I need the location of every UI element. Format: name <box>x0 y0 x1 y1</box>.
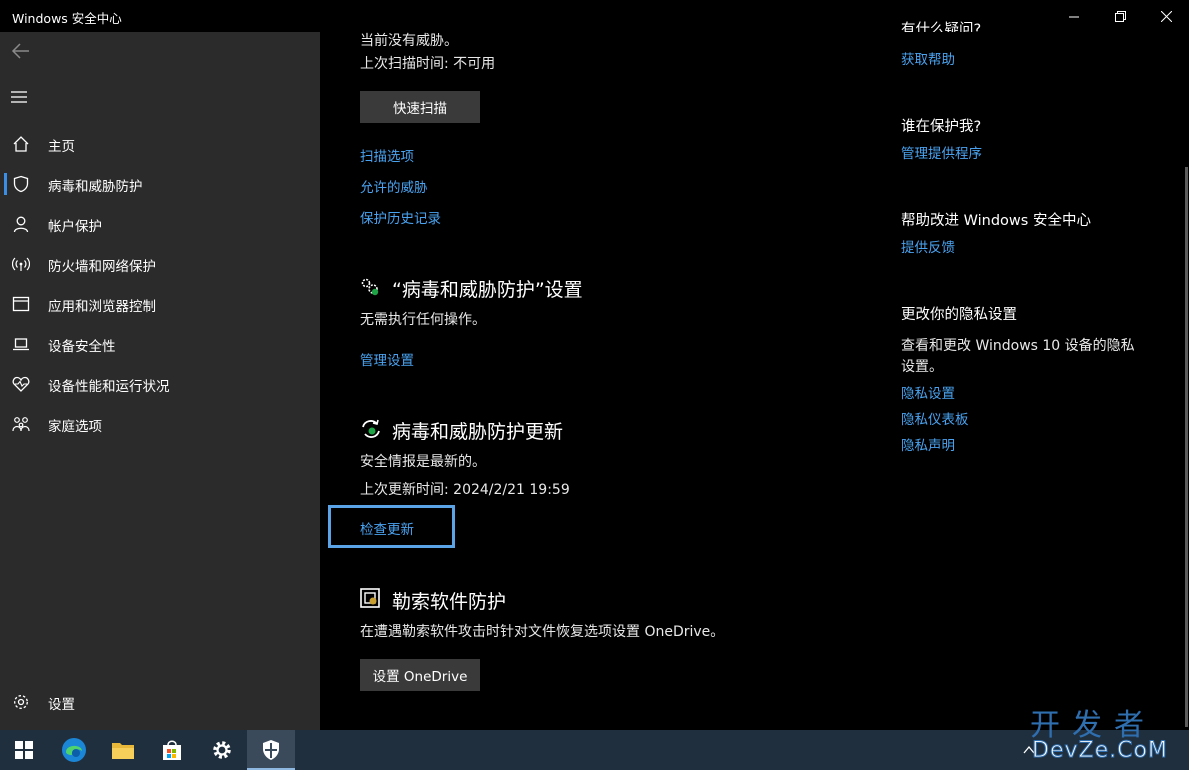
allowed-threats-link[interactable]: 允许的威胁 <box>360 176 428 196</box>
shield-icon <box>263 740 279 760</box>
scrollbar[interactable] <box>1185 167 1188 727</box>
sidebar-item-label: 设备安全性 <box>48 339 116 355</box>
person-icon <box>13 216 29 233</box>
menu-button[interactable] <box>10 88 30 106</box>
privacy-desc-line2: 设置。 <box>901 359 943 375</box>
last-scan-text: 上次扫描时间: 不可用 <box>360 56 496 72</box>
sidebar-item-home[interactable]: 主页 <box>0 124 320 164</box>
main-content: 当前没有威胁。 上次扫描时间: 不可用 快速扫描 扫描选项 允许的威胁 保护历史… <box>320 22 1189 730</box>
restore-button[interactable] <box>1097 0 1143 32</box>
update-refresh-icon <box>362 419 380 438</box>
who-protects-heading: 谁在保护我? <box>901 119 982 135</box>
scan-options-link[interactable]: 扫描选项 <box>360 145 414 165</box>
update-section-title: 病毒和威胁防护更新 <box>392 421 564 443</box>
sidebar-item-label: 防火墙和网络保护 <box>48 259 156 275</box>
sidebar-item-label: 帐户保护 <box>48 219 102 235</box>
back-button[interactable] <box>10 40 32 62</box>
last-update-text: 上次更新时间: 2024/2/21 19:59 <box>360 482 570 498</box>
store-bag-icon <box>163 740 181 760</box>
setup-onedrive-button[interactable]: 设置 OneDrive <box>360 659 480 691</box>
sidebar-item-label: 设置 <box>48 697 75 713</box>
heart-icon <box>12 376 30 392</box>
wifi-icon <box>12 257 30 271</box>
questions-heading: 有什么疑问? <box>901 22 982 32</box>
home-icon <box>13 136 29 152</box>
partial-heading-clip: 有什么疑问? <box>901 18 1101 32</box>
settings-section-title: “病毒和威胁防护”设置 <box>392 279 583 301</box>
sidebar-item-virus-protection[interactable]: 病毒和威胁防护 <box>0 164 320 204</box>
no-threats-text: 当前没有威胁。 <box>360 33 458 49</box>
protection-history-link[interactable]: 保护历史记录 <box>360 207 441 227</box>
sidebar-item-label: 主页 <box>48 139 75 155</box>
close-button[interactable] <box>1143 0 1189 32</box>
sidebar-item-device-security[interactable]: 设备安全性 <box>0 324 320 364</box>
sidebar-item-label: 病毒和威胁防护 <box>48 179 143 195</box>
sidebar: 主页 病毒和威胁防护 帐户保护 防火墙和网络保护 应用和浏览器控制 设备安全性 … <box>0 32 320 730</box>
manage-providers-link[interactable]: 管理提供程序 <box>901 142 982 162</box>
taskbar <box>0 730 1189 770</box>
laptop-icon <box>13 338 29 351</box>
privacy-heading: 更改你的隐私设置 <box>901 307 1017 323</box>
sidebar-item-settings[interactable]: 设置 <box>0 682 320 722</box>
update-status-text: 安全情报是最新的。 <box>360 454 486 470</box>
taskbar-edge[interactable] <box>50 730 98 770</box>
sidebar-item-device-health[interactable]: 设备性能和运行状况 <box>0 364 320 404</box>
feedback-link[interactable]: 提供反馈 <box>901 236 955 256</box>
sidebar-item-account[interactable]: 帐户保护 <box>0 204 320 244</box>
taskbar-file-explorer[interactable] <box>99 730 147 770</box>
settings-section-desc: 无需执行任何操作。 <box>360 312 486 328</box>
browser-window-icon <box>12 296 30 312</box>
privacy-desc-line1: 查看和更改 Windows 10 设备的隐私 <box>901 338 1135 354</box>
quick-scan-button[interactable]: 快速扫描 <box>360 91 480 123</box>
gear-icon <box>213 741 231 759</box>
ransomware-folder-icon <box>360 588 380 608</box>
back-arrow-icon <box>11 43 29 59</box>
check-updates-link[interactable]: 检查更新 <box>360 518 414 538</box>
watermark-line2: DevZe.CoM <box>1032 738 1168 764</box>
sidebar-item-label: 设备性能和运行状况 <box>48 379 170 395</box>
sidebar-item-firewall[interactable]: 防火墙和网络保护 <box>0 244 320 284</box>
windows-logo-icon <box>15 741 33 759</box>
improve-heading: 帮助改进 Windows 安全中心 <box>901 213 1091 229</box>
shield-icon <box>13 175 29 193</box>
hamburger-icon <box>11 91 27 103</box>
start-button[interactable] <box>0 730 48 770</box>
get-help-link[interactable]: 获取帮助 <box>901 48 955 68</box>
settings-gears-icon <box>361 278 379 296</box>
gear-icon <box>14 695 28 709</box>
watermark: 开发者 DevZe.CoM <box>1030 700 1185 770</box>
manage-settings-link[interactable]: 管理设置 <box>360 349 414 369</box>
close-icon <box>1160 10 1172 22</box>
folder-icon <box>112 743 134 759</box>
ransomware-desc: 在遭遇勒索软件攻击时针对文件恢复选项设置 OneDrive。 <box>360 624 725 640</box>
taskbar-settings[interactable] <box>198 730 246 770</box>
restore-icon <box>1114 10 1126 22</box>
taskbar-store[interactable] <box>148 730 196 770</box>
sidebar-item-app-browser[interactable]: 应用和浏览器控制 <box>0 284 320 324</box>
ransomware-section-title: 勒索软件防护 <box>392 591 507 613</box>
privacy-settings-link[interactable]: 隐私设置 <box>901 382 955 402</box>
privacy-dashboard-link[interactable]: 隐私仪表板 <box>901 408 969 428</box>
taskbar-windows-security[interactable] <box>247 730 295 770</box>
edge-browser-icon <box>62 738 86 762</box>
sidebar-item-label: 家庭选项 <box>48 419 102 435</box>
privacy-statement-link[interactable]: 隐私声明 <box>901 434 955 454</box>
sidebar-item-family[interactable]: 家庭选项 <box>0 404 320 444</box>
family-icon <box>12 417 30 432</box>
window-title: Windows 安全中心 <box>12 11 122 26</box>
sidebar-item-label: 应用和浏览器控制 <box>48 299 156 315</box>
